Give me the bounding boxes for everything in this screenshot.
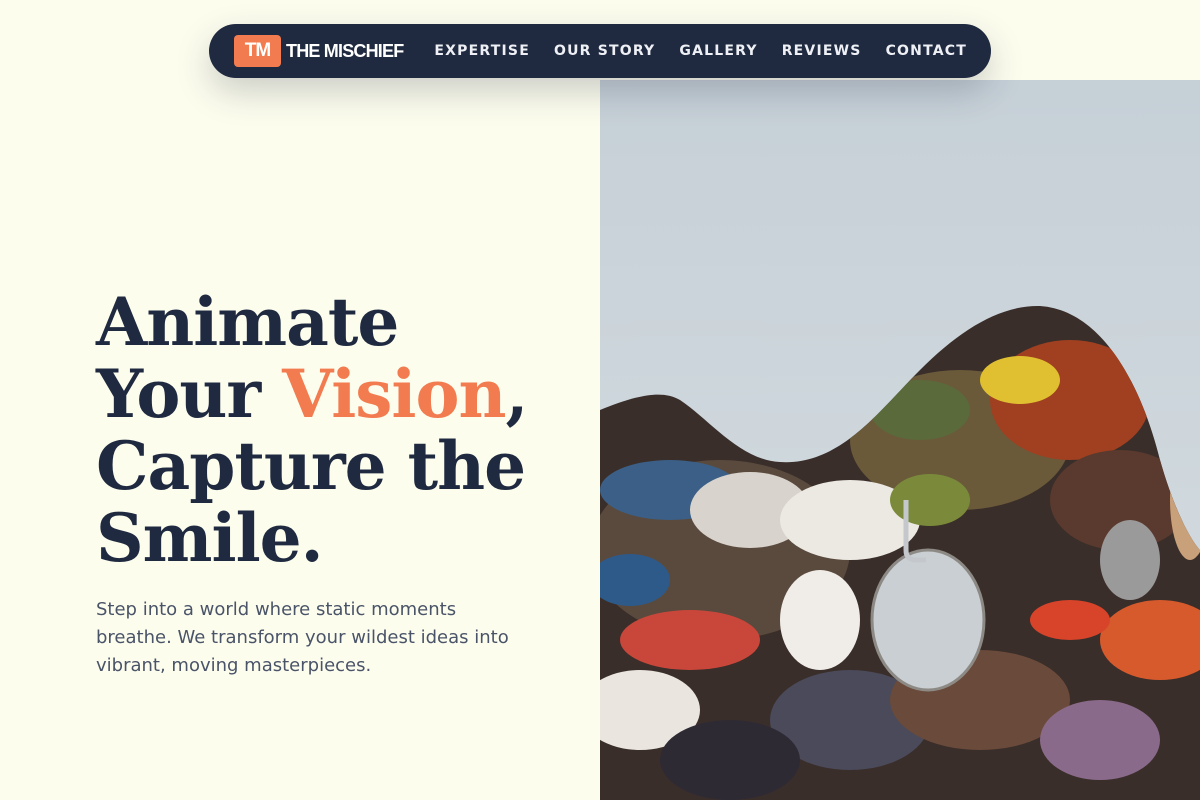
brand-name: THE MISCHIEF bbox=[286, 40, 404, 61]
nav-link-our-story[interactable]: OUR STORY bbox=[554, 43, 655, 59]
headline-your: Your bbox=[96, 355, 283, 433]
hero-headline: Animate Your Vision, Capture the Smile. bbox=[96, 283, 529, 577]
headline-comma: , bbox=[505, 355, 529, 433]
top-nav: TM THE MISCHIEF EXPERTISE OUR STORY GALL… bbox=[209, 24, 991, 78]
headline-line-4: Smile. bbox=[96, 499, 324, 577]
brand-logo[interactable]: TM THE MISCHIEF bbox=[234, 35, 404, 67]
nav-link-gallery[interactable]: GALLERY bbox=[679, 43, 757, 59]
headline-line-3: Capture the bbox=[96, 427, 526, 505]
hero-image bbox=[600, 80, 1200, 800]
nav-links: EXPERTISE OUR STORY GALLERY REVIEWS CONT… bbox=[434, 43, 967, 59]
paint-palette-image bbox=[600, 80, 1200, 800]
hero-description: Step into a world where static moments b… bbox=[96, 599, 509, 676]
headline-line-2: Your Vision, bbox=[96, 355, 529, 433]
nav-link-contact[interactable]: CONTACT bbox=[886, 43, 967, 59]
logo-badge: TM bbox=[234, 35, 281, 67]
headline-line-1: Animate bbox=[96, 283, 399, 361]
nav-link-expertise[interactable]: EXPERTISE bbox=[434, 43, 530, 59]
headline-accent-word: Vision bbox=[282, 355, 506, 433]
nav-link-reviews[interactable]: REVIEWS bbox=[782, 43, 862, 59]
